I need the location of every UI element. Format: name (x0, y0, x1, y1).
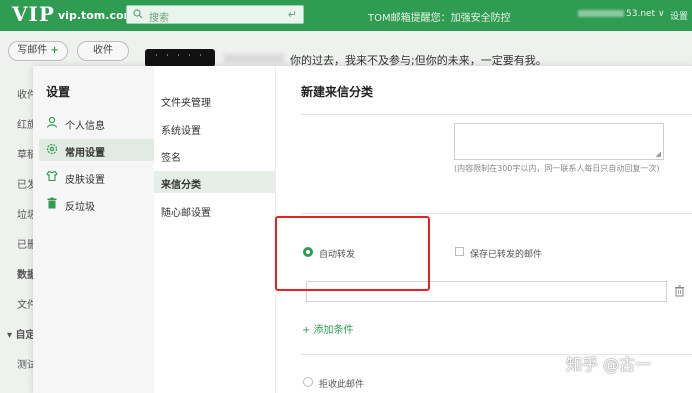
watermark: 知乎 @古一 (566, 355, 652, 374)
reject-mail-radio[interactable] (303, 377, 313, 387)
divider (301, 114, 692, 115)
annotation-highlight-box (275, 216, 430, 291)
menu-item-label: 个人信息 (65, 121, 105, 132)
submenu-item-label: 文件夹管理 (161, 98, 211, 109)
reject-mail-label: 拒收此邮件 (319, 380, 365, 390)
settings-submenu: 文件夹管理 系统设置 签名 来信分类 随心邮设置 (154, 66, 276, 393)
add-condition-link[interactable]: + 添加条件 (302, 321, 354, 336)
menu-item-label: 反垃圾 (65, 202, 95, 213)
submenu-item-signature[interactable]: 签名 (154, 144, 275, 166)
submenu-item-label: 系统设置 (161, 126, 201, 137)
compose-button[interactable]: 写邮件 + (8, 41, 68, 61)
save-forwarded-checkbox[interactable] (455, 247, 464, 256)
search-icon (133, 9, 143, 22)
save-forwarded-label: 保存已转发的邮件 (470, 250, 543, 260)
search-placeholder: 搜索 (149, 13, 169, 24)
submenu-item-mail-classification[interactable]: 来信分类 (154, 171, 275, 193)
receive-label: 收件 (93, 45, 113, 56)
user-icon (46, 116, 58, 128)
blurred-account-name (578, 10, 624, 17)
menu-item-anti-spam[interactable]: 反垃圾 (39, 193, 154, 215)
submenu-item-label: 来信分类 (161, 180, 201, 191)
blurred-username (224, 54, 284, 63)
menu-item-personal-info[interactable]: 个人信息 (39, 112, 154, 134)
top-bar: VIP vip.tom.com 搜索 ↵ TOM邮箱提醒您：加强安全防控 53.… (0, 0, 692, 31)
submenu-item-system-settings[interactable]: 系统设置 (154, 117, 275, 139)
logo[interactable]: VIP (12, 2, 55, 26)
delete-icon[interactable] (674, 285, 685, 300)
resize-grip-icon[interactable]: ◢ (656, 150, 661, 158)
menu-item-skin-settings[interactable]: 皮肤设置 (39, 166, 154, 188)
auto-reply-textarea[interactable]: ◢ (454, 123, 664, 160)
trash-bin-icon (46, 197, 58, 209)
folder-group[interactable]: ▾ 自定 (7, 326, 36, 341)
gear-icon (46, 143, 58, 155)
account-menu[interactable]: 53.net ∨ (578, 9, 665, 19)
page-title: 新建来信分类 (301, 85, 374, 99)
menu-item-common-settings[interactable]: 常用设置 (39, 139, 154, 161)
menu-item-label: 皮肤设置 (65, 175, 105, 186)
shirt-icon (46, 170, 58, 182)
plus-icon: + (50, 45, 59, 56)
search-submit-icon[interactable]: ↵ (288, 8, 297, 21)
security-notice[interactable]: TOM邮箱提醒您：加强安全防控 (368, 9, 511, 24)
logo-domain: vip.tom.com (58, 9, 135, 22)
divider (301, 213, 692, 214)
compose-label: 写邮件 (17, 45, 48, 56)
avatar: · · · · · (145, 49, 215, 67)
settings-link[interactable]: 设置 (670, 9, 688, 22)
account-suffix: 53.net ∨ (626, 9, 665, 19)
search-input[interactable]: 搜索 ↵ (126, 5, 304, 24)
auto-reply-hint: (内容限制在300字以内，同一联系人每日只自动回复一次) (454, 164, 660, 173)
submenu-item-suixin-mail[interactable]: 随心邮设置 (154, 199, 275, 221)
submenu-item-label: 签名 (161, 153, 181, 164)
settings-title: 设置 (46, 85, 71, 99)
submenu-item-folder-management[interactable]: 文件夹管理 (154, 89, 275, 111)
menu-item-label: 常用设置 (65, 148, 105, 159)
receive-button[interactable]: 收件 (77, 41, 129, 61)
settings-menu: 设置 个人信息 常用设置 皮肤设置 反垃圾 (33, 66, 154, 393)
submenu-item-label: 随心邮设置 (161, 208, 211, 219)
